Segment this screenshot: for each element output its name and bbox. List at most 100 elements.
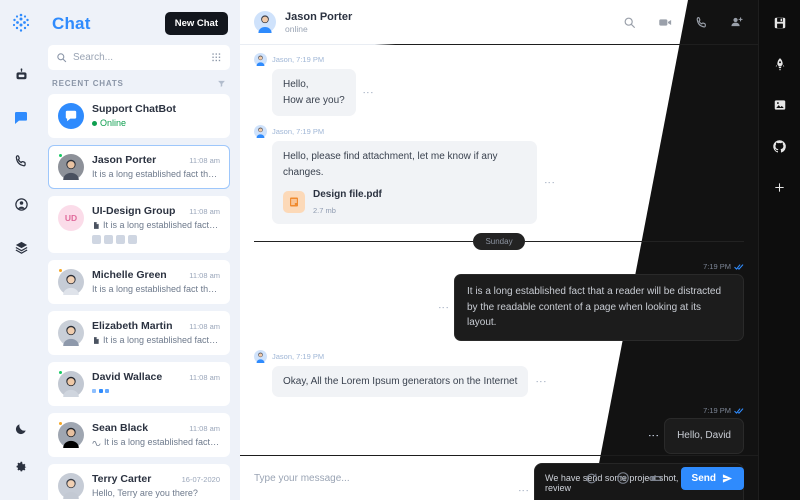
file-name: Design file.pdf: [313, 189, 382, 200]
avatar: [58, 320, 84, 346]
presence-dot: [58, 421, 63, 426]
rocket-icon[interactable]: [767, 51, 793, 77]
add-icon[interactable]: [767, 174, 793, 200]
message-text: Hello,: [283, 79, 309, 90]
chat-item-time: 11:08 am: [189, 373, 220, 382]
member-avatar: [116, 235, 125, 244]
message-text: Hello, please find attachment, let me kn…: [283, 151, 498, 178]
message-options-icon[interactable]: ⋮: [534, 376, 546, 387]
voice-call-icon[interactable]: [695, 16, 708, 29]
rail-item-phone[interactable]: [6, 146, 36, 176]
chat-item-body: Support ChatBot Online: [92, 103, 220, 129]
chat-item-time: 11:08 am: [189, 322, 220, 331]
rail-item-profile[interactable]: [6, 189, 36, 219]
chat-item-preview: It is a long established fact that a...: [92, 437, 220, 447]
message-text: Hello, David: [677, 430, 731, 442]
message-options-icon[interactable]: ⋮: [362, 87, 374, 98]
avatar: [254, 125, 267, 138]
save-icon[interactable]: [767, 10, 793, 36]
avatar: [254, 53, 267, 66]
message-composer: Send: [240, 456, 758, 500]
send-label: Send: [691, 472, 716, 484]
chat-app: Chat New Chat RECENT CHATS: [0, 0, 800, 500]
keypad-icon[interactable]: [211, 52, 222, 63]
recent-chats-row: RECENT CHATS: [46, 79, 232, 94]
avatar: [58, 268, 84, 295]
left-nav-rail: [0, 0, 42, 500]
chat-item-preview: It is a long established fact that a re.…: [92, 169, 220, 179]
header-text: Jason Porter online: [285, 11, 352, 34]
message-incoming: Jason, 7:19 PM Hello, How are you? ⋮: [254, 53, 744, 116]
rail-item-settings[interactable]: [6, 452, 36, 482]
message-incoming: Jason, 7:19 PM Hello, please find attachm…: [254, 125, 744, 225]
chat-item-name: David Wallace: [92, 371, 163, 383]
chat-item-name: Jason Porter: [92, 154, 157, 166]
rail-item-robot[interactable]: [6, 60, 36, 90]
avatar: [58, 153, 84, 180]
chat-item-body: Elizabeth Martin 11:08 am It is a long est…: [92, 320, 220, 346]
chat-list[interactable]: Support ChatBot Online Jason Porter 11:08 a…: [46, 94, 232, 500]
new-chat-button[interactable]: New Chat: [164, 12, 228, 35]
message-bubble: Hello, please find attachment, let me kn…: [272, 141, 537, 225]
chat-item-time: 16-07-2020: [181, 475, 220, 484]
chat-list-item[interactable]: Support ChatBot Online: [48, 94, 230, 138]
presence-dot: [58, 370, 63, 375]
rail-item-layers[interactable]: [6, 232, 36, 262]
message-outgoing: 7:19 PM ⋮ It is a long established fact th…: [254, 262, 744, 341]
rail-item-chat[interactable]: [6, 103, 36, 133]
message-sender-time: Jason, 7:19 PM: [272, 127, 325, 136]
chat-list-item[interactable]: UD UI-Design Group 11:08 am It is a long es…: [48, 196, 230, 253]
typing-indicator: [92, 389, 220, 393]
video-call-icon[interactable]: [658, 15, 673, 30]
message-input[interactable]: [254, 472, 585, 484]
image-edit-icon[interactable]: [767, 92, 793, 118]
refresh-icon[interactable]: [585, 472, 598, 485]
chat-list-item[interactable]: Jason Porter 11:08 am It is a long establi…: [48, 145, 230, 189]
message-bubble: It is a long established fact that a rea…: [454, 274, 744, 341]
chat-list-item[interactable]: Michelle Green 11:08 am It is a long estab…: [48, 260, 230, 304]
file-attachment[interactable]: Design file.pdf 2.7 mb: [283, 187, 526, 216]
chat-item-name: Sean Black: [92, 422, 149, 434]
rail-item-dark-mode[interactable]: [6, 414, 36, 444]
chat-item-time: 11:08 am: [189, 271, 220, 280]
chat-item-name: Terry Carter: [92, 473, 152, 485]
message-sender-time: Jason, 7:19 PM: [272, 55, 325, 64]
message-options-icon[interactable]: ⋮: [437, 302, 449, 313]
send-button[interactable]: Send: [680, 466, 744, 490]
chat-list-item[interactable]: Sean Black 11:08 am It is a long establish…: [48, 413, 230, 457]
message-text: Okay, All the Lorem Ipsum generators on …: [283, 375, 518, 387]
filter-icon[interactable]: [217, 79, 226, 88]
chat-item-name: Support ChatBot: [92, 103, 176, 115]
emoji-icon[interactable]: [616, 471, 630, 485]
chat-list-item[interactable]: Terry Carter 16-07-2020 Hello, Terry are y…: [48, 464, 230, 500]
member-avatar: [128, 235, 137, 244]
chat-item-time: 11:08 am: [189, 207, 220, 216]
chat-list-pane: Chat New Chat RECENT CHATS: [42, 0, 240, 500]
file-size: 2.7 mb: [313, 205, 336, 215]
avatar-initials: UD: [58, 205, 84, 231]
member-avatar: [92, 235, 101, 244]
message-bubble: Hello, How are you?: [272, 69, 356, 116]
rail-bottom-group: [0, 414, 42, 490]
message-meta: Jason, 7:19 PM: [254, 53, 744, 66]
message-options-icon[interactable]: ⋮: [543, 177, 555, 188]
avatar: UD: [58, 205, 84, 231]
message-options-icon[interactable]: ⋮: [647, 430, 659, 441]
search-icon: [56, 52, 67, 63]
contact-name: Jason Porter: [285, 10, 353, 23]
attachment-icon[interactable]: [648, 471, 663, 486]
read-receipt-icon: [734, 264, 744, 270]
chat-item-name: Elizabeth Martin: [92, 320, 173, 332]
member-avatar: [104, 235, 113, 244]
chat-list-item[interactable]: David Wallace 11:08 am: [48, 362, 230, 406]
add-person-icon[interactable]: [730, 15, 744, 29]
github-icon[interactable]: [767, 133, 793, 159]
chat-item-name: UI-Design Group: [92, 205, 176, 217]
search-icon[interactable]: [623, 16, 636, 29]
search-input[interactable]: [73, 52, 205, 63]
chat-item-body: Jason Porter 11:08 am It is a long establi…: [92, 154, 220, 180]
search-bar[interactable]: [48, 45, 230, 70]
chat-list-item[interactable]: Elizabeth Martin 11:08 am It is a long est…: [48, 311, 230, 355]
date-separator: Sunday: [254, 233, 745, 251]
chat-item-body: UI-Design Group 11:08 am It is a long esta…: [92, 205, 220, 244]
